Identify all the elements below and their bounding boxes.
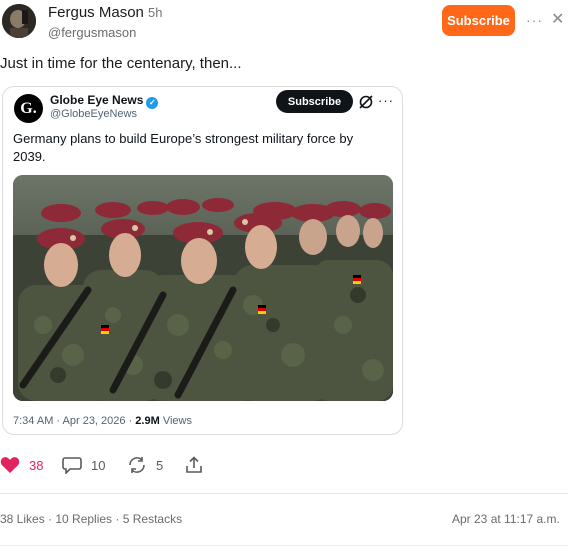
subscribe-button[interactable]: Subscribe — [442, 5, 515, 36]
post-text: Just in time for the centenary, then... — [0, 55, 242, 72]
comment-icon — [62, 457, 82, 474]
like-button[interactable]: 38 — [0, 452, 43, 478]
author-avatar[interactable] — [2, 4, 36, 38]
embedded-post[interactable]: G. Globe Eye News ✓ @GlobeEyeNews Subscri… — [2, 86, 403, 435]
views-count: 2.9M — [135, 415, 160, 427]
restack-button[interactable]: 5 — [127, 452, 163, 478]
like-count: 38 — [29, 457, 44, 473]
grok-icon[interactable] — [358, 94, 374, 110]
comment-button[interactable]: 10 — [62, 452, 105, 478]
divider — [0, 493, 568, 494]
soldiers-photo[interactable] — [13, 175, 393, 401]
restack-icon — [129, 457, 145, 473]
post-header: Fergus Mason 5h @fergusmason Subscribe ·… — [0, 0, 568, 46]
comment-count: 10 — [91, 457, 106, 473]
verified-badge-icon: ✓ — [146, 97, 159, 109]
embed-date: 7:34 AM · Apr 23, 2026 · — [13, 415, 136, 427]
restack-count: 5 — [156, 457, 164, 473]
share-icon — [186, 456, 202, 473]
author-name[interactable]: Fergus Mason — [48, 4, 144, 21]
close-icon[interactable]: ✕ — [551, 9, 564, 29]
more-options-icon[interactable]: ··· — [526, 12, 543, 28]
globe-eye-logo[interactable]: G. — [14, 94, 43, 123]
embed-author-handle[interactable]: @GlobeEyeNews — [50, 108, 137, 120]
post-actions: 38 10 5 — [0, 452, 300, 478]
embed-text: Germany plans to build Europe’s stronges… — [13, 131, 354, 164]
post-time: 5h — [148, 5, 163, 20]
embed-author-name-text: Globe Eye News — [50, 93, 144, 107]
author-handle[interactable]: @fergusmason — [48, 25, 136, 40]
embed-meta: 7:34 AM · Apr 23, 2026 · 2.9M Views — [13, 415, 192, 427]
post-timestamp: Apr 23 at 11:17 a.m. — [452, 512, 560, 526]
views-label: Views — [159, 415, 192, 427]
heart-icon — [0, 457, 20, 473]
embed-subscribe-button[interactable]: Subscribe — [276, 90, 353, 113]
engagement-stats[interactable]: 38 Likes · 10 Replies · 5 Restacks — [0, 512, 182, 526]
embed-author-name[interactable]: Globe Eye News ✓ — [50, 93, 159, 109]
divider-bottom — [0, 545, 568, 546]
share-button[interactable] — [185, 452, 203, 478]
embed-more-icon[interactable]: ··· — [378, 93, 394, 108]
